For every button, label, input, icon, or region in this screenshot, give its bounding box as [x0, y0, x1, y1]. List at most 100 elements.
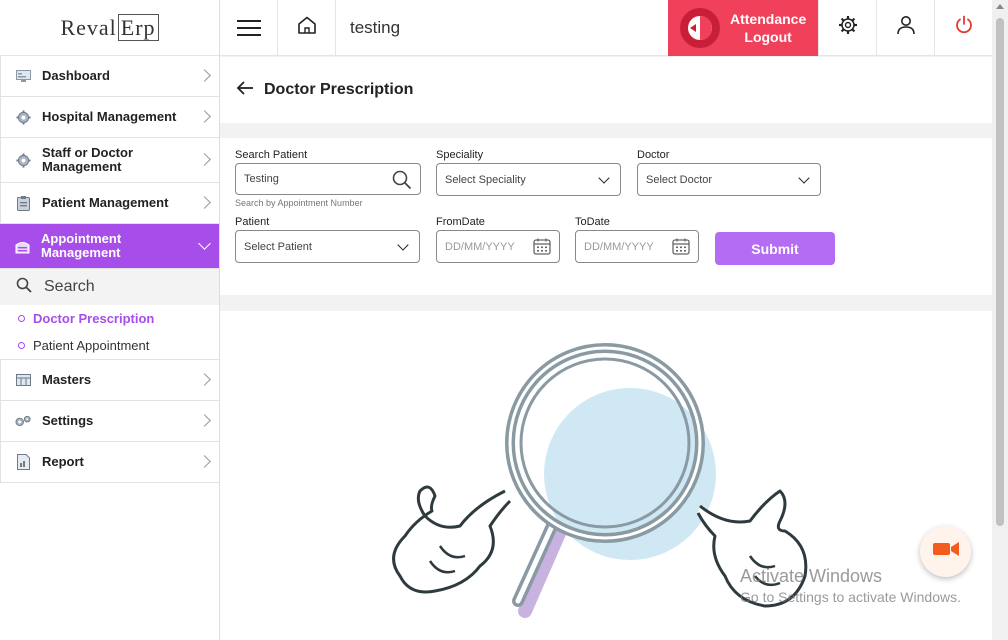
- power-button[interactable]: [934, 0, 992, 56]
- patient-label: Patient: [235, 216, 270, 228]
- gears-icon: [15, 413, 31, 429]
- bullet-icon: [18, 342, 25, 349]
- home-button[interactable]: [278, 0, 336, 56]
- sidebar: Reval Erp Dashboard Hospital Management S…: [0, 0, 220, 640]
- chevron-down-icon: [798, 172, 810, 184]
- dashboard-icon: [15, 68, 31, 84]
- watermark-title: Activate Windows: [740, 566, 883, 586]
- logo-text-reval: Reval: [60, 14, 117, 40]
- submenu-item-label: Patient Appointment: [33, 338, 150, 353]
- to-date-group: ToDate DD/MM/YYYY: [575, 216, 699, 263]
- chevron-down-icon: [397, 239, 409, 251]
- chevron-right-icon: [198, 196, 211, 209]
- sidebar-item-masters[interactable]: Masters: [0, 360, 219, 401]
- submenu-item-patient-appointment[interactable]: Patient Appointment: [0, 332, 219, 359]
- gear-icon: [15, 152, 31, 168]
- doctor-select[interactable]: Select Doctor: [637, 163, 821, 196]
- sidebar-item-hospital-management[interactable]: Hospital Management: [0, 97, 219, 138]
- settings-button[interactable]: [818, 0, 876, 56]
- appointment-submenu: Search Doctor Prescription Patient Appoi…: [0, 269, 219, 360]
- chevron-right-icon: [198, 69, 211, 82]
- to-date-label: ToDate: [575, 216, 610, 228]
- grid-icon: [15, 372, 31, 388]
- windows-activation-watermark: Activate Windows Go to Settings to activ…: [740, 566, 961, 605]
- sidebar-item-appointment-management[interactable]: Appointment Management: [0, 224, 219, 269]
- search-patient-hint: Search by Appointment Number: [235, 198, 363, 208]
- doctor-label: Doctor: [637, 149, 670, 161]
- sidebar-item-label: Settings: [42, 413, 94, 428]
- topbar-title: testing: [350, 17, 401, 37]
- calendar-icon[interactable]: [533, 238, 551, 258]
- submenu-item-label: Doctor Prescription: [33, 311, 155, 326]
- speciality-label: Speciality: [436, 149, 484, 161]
- from-date-input[interactable]: DD/MM/YYYY: [436, 230, 560, 263]
- profile-button[interactable]: [876, 0, 934, 56]
- sidebar-item-label: Patient Management: [42, 195, 169, 210]
- chevron-right-icon: [198, 373, 211, 386]
- filter-form: Search Patient Testing Search by Appoint…: [220, 138, 992, 295]
- search-icon: [16, 277, 32, 298]
- sidebar-item-dashboard[interactable]: Dashboard: [0, 56, 219, 97]
- submenu-search[interactable]: Search: [0, 269, 219, 305]
- patient-group: Patient Select Patient: [235, 216, 420, 263]
- sidebar-item-label: Report: [42, 454, 84, 469]
- gear-icon: [838, 15, 858, 40]
- sidebar-item-label: Staff or Doctor Management: [42, 145, 133, 174]
- scrollbar-thumb[interactable]: [996, 18, 1004, 526]
- clipboard-icon: [15, 195, 31, 211]
- sidebar-item-report[interactable]: Report: [0, 442, 219, 483]
- topbar: testing Attendance Logout: [220, 0, 992, 56]
- logout-arrow-icon: [680, 7, 720, 48]
- doctor-group: Doctor Select Doctor: [637, 149, 821, 196]
- from-date-group: FromDate DD/MM/YYYY: [436, 216, 560, 263]
- search-icon[interactable]: [392, 170, 412, 193]
- to-date-input[interactable]: DD/MM/YYYY: [575, 230, 699, 263]
- submenu-item-doctor-prescription[interactable]: Doctor Prescription: [0, 305, 219, 332]
- page-title: Doctor Prescription: [264, 81, 414, 98]
- to-date-placeholder: DD/MM/YYYY: [584, 240, 654, 253]
- page-header: Doctor Prescription: [220, 57, 992, 123]
- chevron-right-icon: [198, 455, 211, 468]
- sidebar-item-label: Appointment Management: [41, 231, 122, 260]
- search-patient-label: Search Patient: [235, 149, 308, 161]
- power-icon: [954, 15, 974, 40]
- sidebar-item-label: Masters: [42, 372, 92, 387]
- chevron-right-icon: [198, 110, 211, 123]
- logo[interactable]: Reval Erp: [0, 0, 219, 56]
- scroll-up-arrow-icon[interactable]: [996, 4, 1004, 9]
- sidebar-item-staff-doctor-management[interactable]: Staff or Doctor Management: [0, 138, 219, 183]
- logo-text-erp: Erp: [117, 13, 159, 41]
- speciality-select[interactable]: Select Speciality: [436, 163, 621, 196]
- calendar-icon[interactable]: [672, 238, 690, 258]
- report-icon: [15, 454, 31, 470]
- attendance-logout-button[interactable]: Attendance Logout: [668, 0, 818, 56]
- logout-label: Logout: [744, 28, 792, 45]
- back-arrow-icon[interactable]: [236, 80, 254, 100]
- user-icon: [896, 15, 916, 40]
- attendance-label: Attendance: [730, 10, 807, 27]
- submenu-search-label: Search: [44, 278, 95, 295]
- sidebar-item-label: Hospital Management: [42, 109, 177, 124]
- patient-select[interactable]: Select Patient: [235, 230, 420, 263]
- chevron-down-icon: [198, 237, 211, 250]
- from-date-label: FromDate: [436, 216, 485, 228]
- speciality-value: Select Speciality: [445, 173, 526, 186]
- submit-button[interactable]: Submit: [715, 232, 835, 265]
- search-patient-input[interactable]: Testing: [235, 163, 421, 195]
- page-scrollbar[interactable]: [992, 0, 1008, 640]
- hamburger-icon: [236, 15, 261, 41]
- chevron-right-icon: [198, 414, 211, 427]
- search-patient-group: Search Patient Testing Search by Appoint…: [235, 149, 421, 208]
- sidebar-item-label: Dashboard: [42, 68, 110, 83]
- search-patient-value: Testing: [244, 173, 279, 185]
- sidebar-item-patient-management[interactable]: Patient Management: [0, 183, 219, 224]
- bullet-icon: [18, 315, 25, 322]
- speciality-group: Speciality Select Speciality: [436, 149, 621, 196]
- gear-icon: [15, 109, 31, 125]
- from-date-placeholder: DD/MM/YYYY: [445, 240, 515, 253]
- chevron-down-icon: [598, 172, 610, 184]
- chevron-right-icon: [198, 153, 211, 166]
- menu-toggle-button[interactable]: [220, 0, 278, 56]
- video-camera-icon: [932, 541, 959, 562]
- sidebar-item-settings[interactable]: Settings: [0, 401, 219, 442]
